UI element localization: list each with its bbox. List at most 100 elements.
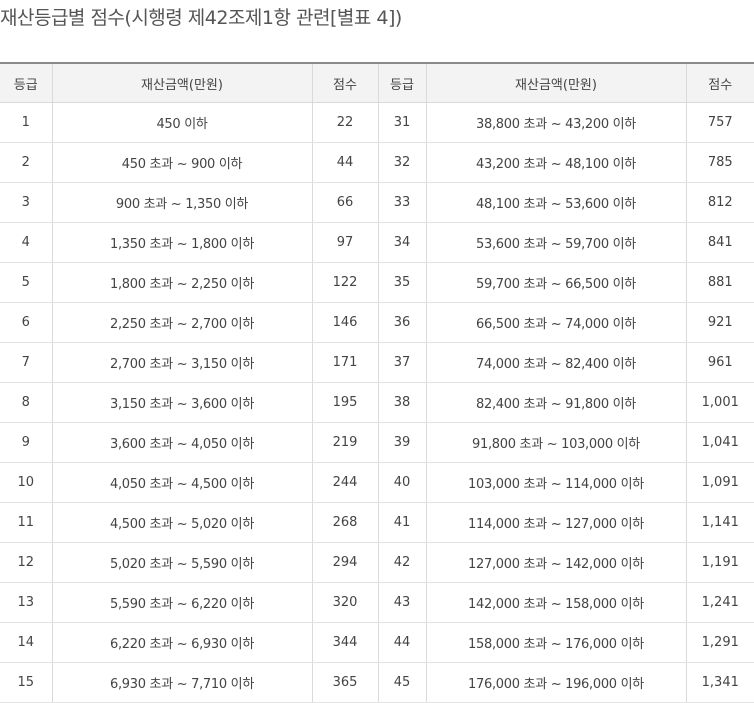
table-row: 4 1,350 초과 ~ 1,800 이하 97 34 53,600 초과 ~ 59,7… xyxy=(0,222,754,263)
score-cell: 219 xyxy=(312,422,379,463)
property-amount-cell: 6,220 초과 ~ 6,930 이하 xyxy=(52,622,313,663)
grade-cell: 44 xyxy=(378,622,427,663)
property-amount-cell: 6,930 초과 ~ 7,710 이하 xyxy=(52,662,313,703)
property-amount-cell: 91,800 초과 ~ 103,000 이하 xyxy=(426,422,687,463)
grade-cell: 2 xyxy=(0,142,53,183)
grade-cell: 9 xyxy=(0,422,53,463)
table-row: 1 450 이하 22 31 38,800 초과 ~ 43,200 이하 757 xyxy=(0,102,754,143)
score-cell: 97 xyxy=(312,222,379,263)
score-cell: 1,041 xyxy=(686,422,754,463)
score-cell: 785 xyxy=(686,142,754,183)
table-row: 11 4,500 초과 ~ 5,020 이하 268 41 114,000 초과 ~ 1… xyxy=(0,502,754,543)
score-cell: 365 xyxy=(312,662,379,703)
score-cell: 1,191 xyxy=(686,542,754,583)
property-amount-cell: 3,150 초과 ~ 3,600 이하 xyxy=(52,382,313,423)
grade-cell: 6 xyxy=(0,302,53,343)
property-amount-cell: 82,400 초과 ~ 91,800 이하 xyxy=(426,382,687,423)
score-cell: 757 xyxy=(686,102,754,143)
table-row: 15 6,930 초과 ~ 7,710 이하 365 45 176,000 초과 ~ 1… xyxy=(0,662,754,703)
score-cell: 122 xyxy=(312,262,379,303)
table-row: 9 3,600 초과 ~ 4,050 이하 219 39 91,800 초과 ~ 103… xyxy=(0,422,754,463)
property-amount-cell: 4,500 초과 ~ 5,020 이하 xyxy=(52,502,313,543)
property-amount-cell: 900 초과 ~ 1,350 이하 xyxy=(52,182,313,223)
property-amount-cell: 2,250 초과 ~ 2,700 이하 xyxy=(52,302,313,343)
grade-cell: 34 xyxy=(378,222,427,263)
header-score: 점수 xyxy=(686,63,754,103)
grade-cell: 33 xyxy=(378,182,427,223)
score-cell: 961 xyxy=(686,342,754,383)
property-amount-cell: 48,100 초과 ~ 53,600 이하 xyxy=(426,182,687,223)
score-cell: 921 xyxy=(686,302,754,343)
property-amount-cell: 38,800 초과 ~ 43,200 이하 xyxy=(426,102,687,143)
property-amount-cell: 1,350 초과 ~ 1,800 이하 xyxy=(52,222,313,263)
score-cell: 1,141 xyxy=(686,502,754,543)
property-amount-cell: 176,000 초과 ~ 196,000 이하 xyxy=(426,662,687,703)
grade-cell: 37 xyxy=(378,342,427,383)
score-cell: 1,341 xyxy=(686,662,754,703)
property-amount-cell: 114,000 초과 ~ 127,000 이하 xyxy=(426,502,687,543)
grade-cell: 36 xyxy=(378,302,427,343)
table-row: 8 3,150 초과 ~ 3,600 이하 195 38 82,400 초과 ~ 91,… xyxy=(0,382,754,423)
header-grade: 등급 xyxy=(0,63,53,103)
property-amount-cell: 4,050 초과 ~ 4,500 이하 xyxy=(52,462,313,503)
grade-cell: 39 xyxy=(378,422,427,463)
grade-cell: 10 xyxy=(0,462,53,503)
header-property-amount: 재산금액(만원) xyxy=(52,63,313,103)
property-amount-cell: 103,000 초과 ~ 114,000 이하 xyxy=(426,462,687,503)
score-cell: 881 xyxy=(686,262,754,303)
score-cell: 344 xyxy=(312,622,379,663)
grade-cell: 5 xyxy=(0,262,53,303)
score-cell: 244 xyxy=(312,462,379,503)
grade-cell: 4 xyxy=(0,222,53,263)
table-row: 6 2,250 초과 ~ 2,700 이하 146 36 66,500 초과 ~ 74,… xyxy=(0,302,754,343)
grade-cell: 40 xyxy=(378,462,427,503)
score-cell: 171 xyxy=(312,342,379,383)
property-amount-cell: 450 초과 ~ 900 이하 xyxy=(52,142,313,183)
table-body: 1 450 이하 22 31 38,800 초과 ~ 43,200 이하 757 2 450 … xyxy=(0,102,754,703)
grade-cell: 32 xyxy=(378,142,427,183)
score-cell: 268 xyxy=(312,502,379,543)
score-cell: 66 xyxy=(312,182,379,223)
table-row: 7 2,700 초과 ~ 3,150 이하 171 37 74,000 초과 ~ 82,… xyxy=(0,342,754,383)
grade-cell: 38 xyxy=(378,382,427,423)
grade-cell: 35 xyxy=(378,262,427,303)
property-amount-cell: 1,800 초과 ~ 2,250 이하 xyxy=(52,262,313,303)
grade-cell: 12 xyxy=(0,542,53,583)
score-cell: 1,001 xyxy=(686,382,754,423)
property-amount-cell: 59,700 초과 ~ 66,500 이하 xyxy=(426,262,687,303)
property-amount-cell: 2,700 초과 ~ 3,150 이하 xyxy=(52,342,313,383)
score-cell: 294 xyxy=(312,542,379,583)
property-amount-cell: 5,020 초과 ~ 5,590 이하 xyxy=(52,542,313,583)
property-grade-score-table: 등급 재산금액(만원) 점수 등급 재산금액(만원) 점수 1 450 이하 22 3… xyxy=(0,62,754,703)
grade-cell: 3 xyxy=(0,182,53,223)
property-amount-cell: 127,000 초과 ~ 142,000 이하 xyxy=(426,542,687,583)
score-cell: 22 xyxy=(312,102,379,143)
property-amount-cell: 74,000 초과 ~ 82,400 이하 xyxy=(426,342,687,383)
score-cell: 1,291 xyxy=(686,622,754,663)
table-header-row: 등급 재산금액(만원) 점수 등급 재산금액(만원) 점수 xyxy=(0,63,754,103)
score-cell: 44 xyxy=(312,142,379,183)
score-cell: 195 xyxy=(312,382,379,423)
grade-cell: 11 xyxy=(0,502,53,543)
score-cell: 146 xyxy=(312,302,379,343)
property-amount-cell: 158,000 초과 ~ 176,000 이하 xyxy=(426,622,687,663)
property-amount-cell: 43,200 초과 ~ 48,100 이하 xyxy=(426,142,687,183)
property-amount-cell: 53,600 초과 ~ 59,700 이하 xyxy=(426,222,687,263)
table-row: 10 4,050 초과 ~ 4,500 이하 244 40 103,000 초과 ~ 1… xyxy=(0,462,754,503)
score-cell: 1,241 xyxy=(686,582,754,623)
grade-cell: 1 xyxy=(0,102,53,143)
grade-cell: 42 xyxy=(378,542,427,583)
header-property-amount: 재산금액(만원) xyxy=(426,63,687,103)
grade-cell: 45 xyxy=(378,662,427,703)
grade-cell: 31 xyxy=(378,102,427,143)
property-amount-cell: 5,590 초과 ~ 6,220 이하 xyxy=(52,582,313,623)
table-row: 2 450 초과 ~ 900 이하 44 32 43,200 초과 ~ 48,100 이… xyxy=(0,142,754,183)
page-title: 재산등급별 점수(시행령 제42조제1항 관련[별표 4]) xyxy=(0,7,402,29)
grade-cell: 15 xyxy=(0,662,53,703)
property-amount-cell: 66,500 초과 ~ 74,000 이하 xyxy=(426,302,687,343)
header-score: 점수 xyxy=(312,63,379,103)
score-cell: 320 xyxy=(312,582,379,623)
grade-cell: 41 xyxy=(378,502,427,543)
score-cell: 812 xyxy=(686,182,754,223)
grade-cell: 13 xyxy=(0,582,53,623)
